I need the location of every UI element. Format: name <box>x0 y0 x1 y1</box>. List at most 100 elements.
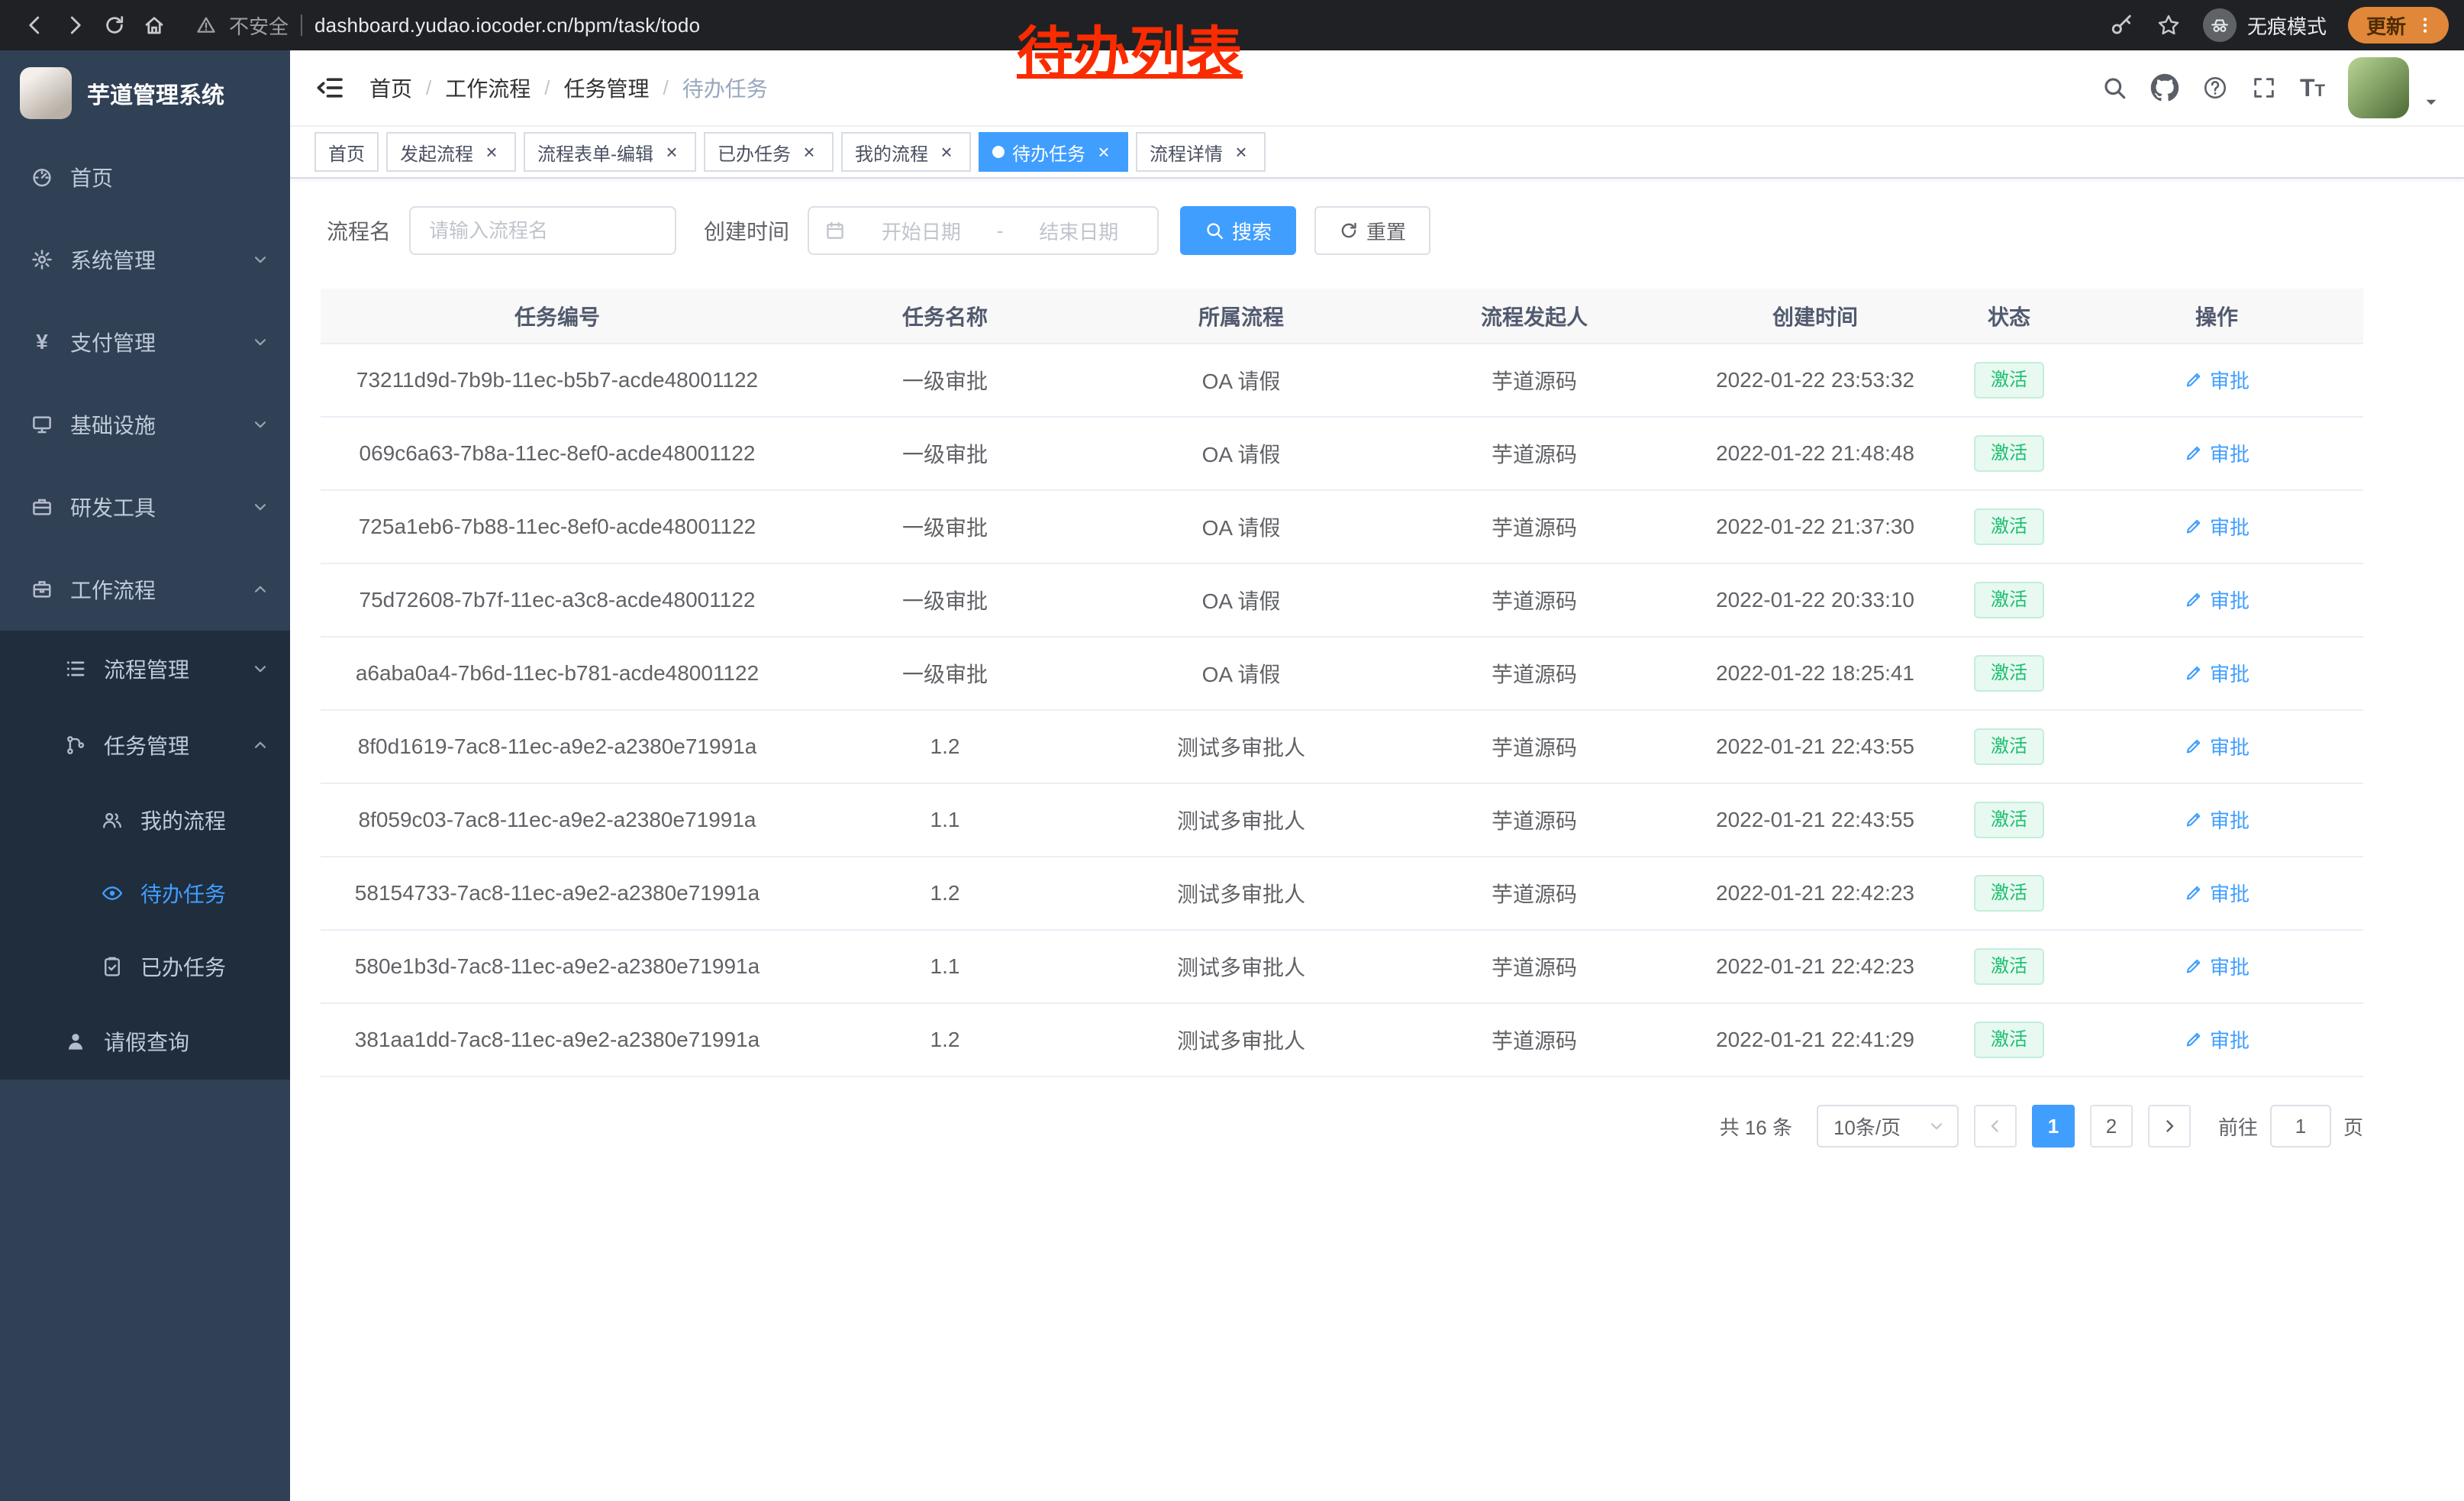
github-icon[interactable] <box>2150 73 2179 102</box>
tab-process-form-edit[interactable]: 流程表单-编辑 <box>524 132 696 172</box>
sidebar-item-task-management[interactable]: 任务管理 <box>0 707 290 783</box>
process-name-input[interactable] <box>409 206 676 255</box>
tab-todo-tasks[interactable]: 待办任务 <box>979 132 1128 172</box>
sidebar-item-todo-tasks[interactable]: 待办任务 <box>0 857 290 930</box>
menu-fold-icon[interactable] <box>314 73 345 103</box>
approve-button[interactable]: 审批 <box>2184 439 2250 467</box>
key-icon[interactable] <box>2108 12 2134 38</box>
approve-button[interactable]: 审批 <box>2184 659 2250 687</box>
approve-button[interactable]: 审批 <box>2184 366 2250 394</box>
prev-page-button[interactable] <box>1974 1105 2017 1148</box>
font-size-icon[interactable] <box>2300 76 2325 100</box>
close-icon[interactable] <box>661 141 682 163</box>
cell-task-id: 58154733-7ac8-11ec-a9e2-a2380e71991a <box>321 857 794 930</box>
more-vertical-icon[interactable] <box>2415 15 2435 35</box>
cell-initiator: 芋道源码 <box>1386 1003 1682 1077</box>
cell-task-id: 8f0d1619-7ac8-11ec-a9e2-a2380e71991a <box>321 710 794 783</box>
sidebar-item-payment[interactable]: 支付管理 <box>0 301 290 383</box>
cell-initiator: 芋道源码 <box>1386 490 1682 563</box>
search-icon <box>1205 221 1224 240</box>
sidebar-item-dev-tools[interactable]: 研发工具 <box>0 466 290 548</box>
sidebar-item-system[interactable]: 系统管理 <box>0 218 290 301</box>
tab-start-process[interactable]: 发起流程 <box>386 132 516 172</box>
cell-task-name: 一级审批 <box>794 344 1096 417</box>
chevron-down-icon <box>252 416 269 433</box>
end-date-placeholder: 结束日期 <box>1015 217 1142 245</box>
breadcrumb-separator <box>544 76 550 100</box>
incognito-badge[interactable]: 无痕模式 <box>2203 8 2327 42</box>
breadcrumb-item-task-management[interactable]: 任务管理 <box>564 73 650 103</box>
approve-button[interactable]: 审批 <box>2184 805 2250 834</box>
bookmark-star-icon[interactable] <box>2156 12 2182 38</box>
help-icon[interactable] <box>2202 75 2228 101</box>
fullscreen-icon[interactable] <box>2251 75 2277 101</box>
breadcrumb-item-workflow[interactable]: 工作流程 <box>445 73 531 103</box>
browser-refresh-button[interactable] <box>95 5 134 45</box>
status-badge: 激活 <box>1974 948 2044 984</box>
sidebar-item-leave-query[interactable]: 请假查询 <box>0 1003 290 1080</box>
browser-forward-button[interactable] <box>55 5 95 45</box>
user-avatar[interactable] <box>2348 57 2409 118</box>
todo-task-table: 任务编号 任务名称 所属流程 流程发起人 创建时间 状态 操作 73211d9d… <box>321 289 2363 1077</box>
cell-initiator: 芋道源码 <box>1386 710 1682 783</box>
search-icon[interactable] <box>2101 75 2127 101</box>
browser-update-button[interactable]: 更新 <box>2348 7 2449 44</box>
sidebar-item-process-management[interactable]: 流程管理 <box>0 631 290 707</box>
start-date-placeholder: 开始日期 <box>858 217 985 245</box>
chevron-down-icon <box>252 660 269 677</box>
close-icon[interactable] <box>936 141 957 163</box>
status-badge: 激活 <box>1974 508 2044 544</box>
goto-page-input[interactable] <box>2270 1105 2331 1148</box>
column-header-task-id: 任务编号 <box>321 289 794 344</box>
chevron-up-icon <box>252 737 269 754</box>
close-icon[interactable] <box>1093 141 1114 163</box>
cell-process: 测试多审批人 <box>1096 930 1386 1003</box>
close-icon[interactable] <box>481 141 502 163</box>
page-button-1[interactable]: 1 <box>2032 1105 2075 1148</box>
breadcrumb-item-home[interactable]: 首页 <box>369 73 412 103</box>
search-button[interactable]: 搜索 <box>1180 206 1296 255</box>
sidebar-item-done-tasks[interactable]: 已办任务 <box>0 930 290 1003</box>
date-range-picker[interactable]: 开始日期 - 结束日期 <box>808 206 1159 255</box>
cell-process: 测试多审批人 <box>1096 857 1386 930</box>
caret-down-icon[interactable] <box>2423 94 2440 111</box>
tab-process-detail[interactable]: 流程详情 <box>1136 132 1266 172</box>
edit-icon <box>2184 1029 2204 1049</box>
chevron-right-icon <box>2160 1117 2179 1135</box>
header-actions <box>2101 57 2440 118</box>
browser-back-button[interactable] <box>15 5 55 45</box>
toolbox-icon <box>31 495 53 518</box>
column-header-task-name: 任务名称 <box>794 289 1096 344</box>
reset-button[interactable]: 重置 <box>1314 206 1430 255</box>
sidebar-item-home[interactable]: 首页 <box>0 136 290 218</box>
sidebar-item-infrastructure[interactable]: 基础设施 <box>0 383 290 466</box>
page-button-2[interactable]: 2 <box>2090 1105 2133 1148</box>
next-page-button[interactable] <box>2148 1105 2191 1148</box>
close-icon[interactable] <box>798 141 820 163</box>
cell-task-name: 1.2 <box>794 1003 1096 1077</box>
address-bar[interactable]: 不安全 dashboard.yudao.iocoder.cn/bpm/task/… <box>195 11 700 40</box>
cell-task-id: a6aba0a4-7b6d-11ec-b781-acde48001122 <box>321 637 794 710</box>
page-size-select[interactable]: 10条/页 <box>1817 1105 1959 1148</box>
sidebar-item-workflow[interactable]: 工作流程 <box>0 548 290 631</box>
cell-process: OA 请假 <box>1096 563 1386 637</box>
approve-button[interactable]: 审批 <box>2184 512 2250 541</box>
browser-home-button[interactable] <box>134 5 174 45</box>
cell-process: OA 请假 <box>1096 490 1386 563</box>
edit-icon <box>2184 516 2204 536</box>
sidebar-item-my-processes[interactable]: 我的流程 <box>0 783 290 857</box>
tab-home[interactable]: 首页 <box>314 132 379 172</box>
approve-button[interactable]: 审批 <box>2184 879 2250 907</box>
pagination: 共 16 条 10条/页 1 2 前往 页 <box>321 1105 2363 1148</box>
approve-button[interactable]: 审批 <box>2184 732 2250 760</box>
tab-my-processes[interactable]: 我的流程 <box>841 132 971 172</box>
cell-create-time: 2022-01-21 22:41:29 <box>1682 1003 1948 1077</box>
approve-button[interactable]: 审批 <box>2184 1025 2250 1054</box>
tab-done-tasks[interactable]: 已办任务 <box>704 132 834 172</box>
approve-button[interactable]: 审批 <box>2184 586 2250 614</box>
close-icon[interactable] <box>1230 141 1252 163</box>
approve-button[interactable]: 审批 <box>2184 952 2250 980</box>
arrow-right-icon <box>63 14 86 37</box>
column-header-actions: 操作 <box>2070 289 2363 344</box>
app-logo-row[interactable]: 芋道管理系统 <box>0 50 290 136</box>
